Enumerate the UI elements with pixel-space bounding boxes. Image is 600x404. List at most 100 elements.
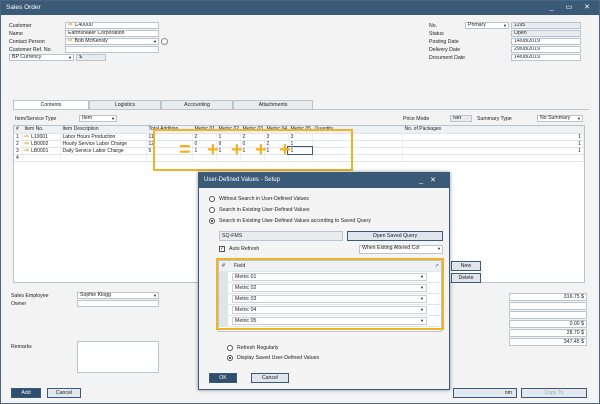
sales-employee-dropdown[interactable]: Sophie Klogg	[77, 292, 159, 299]
cell[interactable]	[22, 154, 61, 162]
dialog-cancel-button[interactable]: Cancel	[251, 373, 289, 383]
equals-sign: =	[179, 139, 191, 161]
minimize-icon[interactable]: _	[419, 177, 430, 184]
link-arrow-icon[interactable]: ⇨	[25, 148, 30, 154]
radio-search-existing[interactable]	[209, 207, 215, 213]
price-mode-label: Price Mode	[403, 116, 430, 122]
dialog-title: User-Defined Values - Setup	[204, 177, 280, 183]
link-arrow-icon[interactable]: ⇨	[68, 38, 73, 44]
customer-field[interactable]: ⇨ C40000	[65, 22, 159, 29]
radio-search-existing-label: Search in Existing User-Defined Values	[219, 207, 310, 213]
remarks-label: Remarks	[11, 344, 32, 350]
close-icon[interactable]: ✕	[430, 177, 443, 184]
cell[interactable]: 1	[402, 133, 584, 141]
dialog-controls[interactable]: _✕	[419, 173, 443, 188]
delivery-date-label: Delivery Date	[429, 47, 461, 53]
customer-ref-field[interactable]	[65, 46, 159, 53]
document-date-field[interactable]: 14/08/2019	[511, 54, 581, 61]
status-label: Status	[429, 31, 444, 37]
tab-accounting[interactable]: Accounting	[161, 100, 233, 109]
column-header[interactable]: Item Description	[60, 126, 147, 134]
row-number: 3	[14, 147, 23, 155]
cell[interactable]: 1	[402, 140, 584, 148]
refresh-when-dropdown[interactable]: When Exiting Altered Col	[359, 245, 443, 254]
document-number-field[interactable]: 1195	[511, 22, 581, 29]
radio-refresh-regularly-label: Refresh Regularly	[237, 345, 279, 351]
new-button[interactable]: New	[451, 261, 481, 271]
owner-field[interactable]	[77, 300, 159, 307]
link-arrow-icon[interactable]: ⇨	[68, 23, 73, 28]
radio-without-search[interactable]	[209, 196, 215, 202]
cell[interactable]: 1	[402, 147, 584, 155]
window-title: Sales Order	[6, 4, 41, 11]
plus-sign: +	[231, 139, 243, 161]
discount-field[interactable]	[509, 302, 587, 310]
radio-display-saved[interactable]	[227, 355, 233, 361]
tax-field: 28.70 $	[509, 329, 587, 337]
add-button[interactable]: Add	[11, 388, 41, 398]
series-dropdown[interactable]: Primary	[465, 22, 509, 29]
name-field[interactable]: Earthshaker Corporation	[65, 30, 159, 37]
total-field: 347.45 $	[509, 338, 587, 346]
summary-type-dropdown[interactable]: No Summary	[537, 115, 583, 122]
cell[interactable]: Daily Service Labor Charge	[60, 147, 147, 155]
contact-person-dropdown[interactable]: ⇨ Bob McKensly	[65, 38, 159, 45]
cell[interactable]: Hourly Service Labor Charge	[60, 140, 147, 148]
window-controls[interactable]: _ ▭ ✕	[550, 1, 595, 15]
column-header[interactable]: Item No.	[22, 126, 61, 134]
rounding-field: 0.00 $	[509, 320, 587, 328]
cell[interactable]	[402, 154, 584, 162]
plus-sign: +	[279, 139, 291, 161]
fields-highlight-box	[216, 258, 444, 330]
tab-logistics[interactable]: Logistics	[89, 100, 161, 109]
plus-sign: +	[207, 139, 219, 161]
dialog-titlebar[interactable]: User-Defined Values - Setup _✕	[199, 173, 449, 188]
radio-search-saved-query[interactable]	[209, 218, 215, 224]
query-name-field[interactable]: SQ-FMS	[219, 231, 343, 241]
freight-field[interactable]	[509, 311, 587, 319]
status-field: Open	[511, 30, 581, 37]
auto-refresh-label: Auto Refresh	[229, 246, 260, 252]
copy-from-button[interactable]: om	[453, 388, 517, 398]
customer-label: Customer	[9, 23, 32, 29]
radio-without-search-label: Without Search in User-Defined Values	[219, 196, 309, 202]
document-date-label: Document Date	[429, 55, 466, 61]
item-number-cell[interactable]: ⇨ LB0002	[22, 140, 61, 148]
row-number: 4	[14, 154, 23, 162]
link-arrow-icon[interactable]: ⇨	[25, 134, 30, 140]
delivery-date-field[interactable]: 29/08/2019	[511, 46, 581, 53]
radio-refresh-regularly[interactable]	[227, 345, 233, 351]
column-header[interactable]: #	[14, 126, 23, 134]
bp-currency-field[interactable]: $	[76, 54, 106, 61]
item-number-cell[interactable]: ⇨ LB0001	[22, 147, 61, 155]
tab-attachments[interactable]: Attachments	[233, 100, 313, 109]
link-arrow-icon[interactable]: ⇨	[25, 141, 30, 147]
item-type-dropdown[interactable]: Item	[79, 115, 117, 122]
item-type-label: Item/Service Type	[15, 116, 57, 122]
posting-date-label: Posting Date	[429, 39, 459, 45]
item-number-cell[interactable]: ⇨ L10001	[22, 133, 61, 141]
column-header[interactable]: No. of Packages	[402, 126, 584, 134]
delete-button[interactable]: Delete	[451, 273, 481, 283]
auto-refresh-checkbox[interactable]: ✓	[219, 246, 225, 252]
ok-button[interactable]: OK	[209, 373, 237, 383]
row-number: 1	[14, 133, 23, 141]
window-titlebar[interactable]: Sales Order _ ▭ ✕	[1, 1, 599, 15]
posting-date-field[interactable]: 14/08/2019	[511, 38, 581, 45]
copy-to-button[interactable]: Copy To	[521, 388, 587, 398]
no-label: No.	[429, 23, 438, 29]
info-icon[interactable]	[161, 38, 168, 45]
customer-ref-label: Customer Ref. No.	[9, 47, 52, 53]
owner-label: Owner	[11, 301, 27, 307]
open-saved-query-button[interactable]: Open Saved Query	[347, 231, 443, 241]
cancel-button[interactable]: Cancel	[47, 388, 81, 398]
remarks-textarea[interactable]	[77, 341, 159, 373]
contact-person-label: Contact Person	[9, 39, 45, 45]
bp-currency-dropdown[interactable]: BP Currency	[9, 54, 74, 61]
total-before-discount: 316.75 $	[509, 293, 587, 301]
summary-type-label: Summary Type	[477, 116, 512, 122]
cell[interactable]	[60, 154, 147, 162]
price-mode-field: Net	[450, 115, 472, 122]
tab-contents[interactable]: Contents	[13, 100, 89, 109]
cell[interactable]: Labor Hours Production	[60, 133, 147, 141]
